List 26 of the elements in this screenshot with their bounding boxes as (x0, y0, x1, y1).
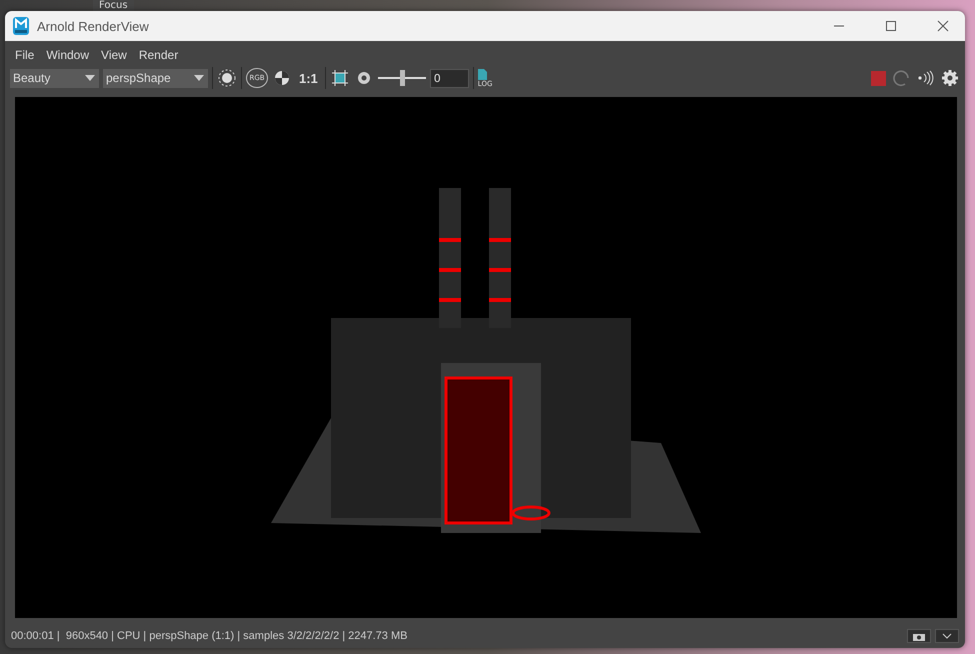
region-icon[interactable] (217, 68, 237, 88)
app-logo-icon (13, 17, 29, 35)
dropdown-button[interactable] (935, 629, 959, 643)
menu-item[interactable]: File (10, 48, 40, 62)
chevron-down-icon (942, 633, 952, 639)
caret-icon (85, 75, 95, 81)
menu-item[interactable]: Render (134, 48, 184, 62)
menu-item[interactable]: View (96, 48, 132, 62)
settings-icon[interactable] (940, 68, 960, 88)
zoom-ratio-button[interactable]: 1:1 (296, 70, 321, 86)
camera-icon (913, 632, 925, 640)
caret-icon (194, 75, 204, 81)
maximize-icon (885, 20, 897, 32)
checker-icon[interactable] (272, 68, 292, 88)
frame-icon[interactable] (330, 68, 350, 88)
window-title: Arnold RenderView (37, 18, 150, 34)
background-window-label: Focus (93, 0, 134, 11)
close-icon (937, 20, 949, 32)
camera-dropdown[interactable]: perspShape (103, 68, 208, 88)
document-icon (478, 68, 487, 80)
status-text: 00:00:01 | 960x540 | CPU | perspShape (1:1) | samples 3/2/2/2/2/2 | 2247.73 MB (11, 630, 408, 642)
aov-dropdown[interactable]: Beauty (10, 68, 99, 88)
broadcast-icon[interactable] (916, 68, 936, 88)
menu-item[interactable]: Window (41, 48, 94, 62)
exposure-field[interactable]: 0 (430, 68, 469, 88)
snapshot-button[interactable] (907, 629, 931, 643)
